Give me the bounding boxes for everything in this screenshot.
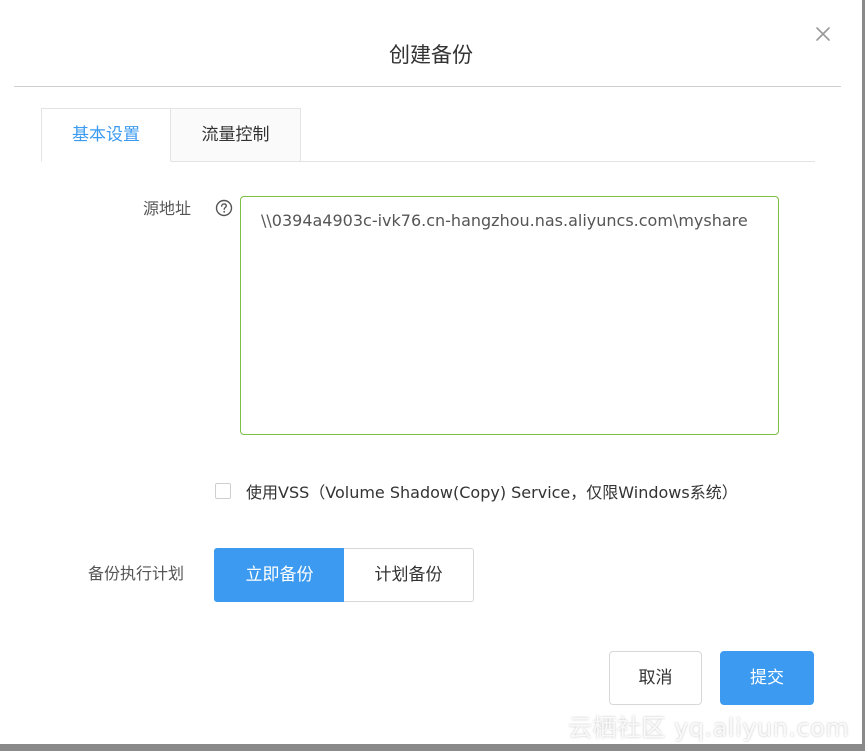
vss-checkbox[interactable] — [215, 483, 231, 499]
vss-option[interactable]: 使用VSS（Volume Shadow(Copy) Service，仅限Wind… — [215, 478, 738, 504]
header-divider — [14, 86, 841, 87]
cancel-button[interactable]: 取消 — [609, 651, 702, 705]
source-address-textarea[interactable]: \\0394a4903c-ivk76.cn-hangzhou.nas.aliyu… — [240, 196, 779, 435]
source-address-label: 源地址 — [143, 199, 192, 218]
vss-label: 使用VSS（Volume Shadow(Copy) Service，仅限Wind… — [246, 483, 738, 502]
submit-button[interactable]: 提交 — [720, 651, 814, 705]
scheduled-backup-button[interactable]: 计划备份 — [344, 548, 474, 602]
tab-basic-settings[interactable]: 基本设置 — [41, 108, 171, 162]
backup-now-button[interactable]: 立即备份 — [214, 548, 345, 602]
site-watermark: 云栖社区 yq.aliyun.com — [568, 714, 850, 742]
tab-traffic-control[interactable]: 流量控制 — [171, 108, 301, 162]
dialog-title: 创建备份 — [389, 43, 473, 67]
create-backup-dialog: 创建备份 基本设置 流量控制 源地址 \\0394a4903c-ivk76.cn… — [0, 0, 862, 744]
help-icon[interactable] — [215, 199, 233, 217]
backup-schedule-label: 备份执行计划 — [88, 564, 185, 583]
close-icon[interactable] — [811, 22, 835, 46]
